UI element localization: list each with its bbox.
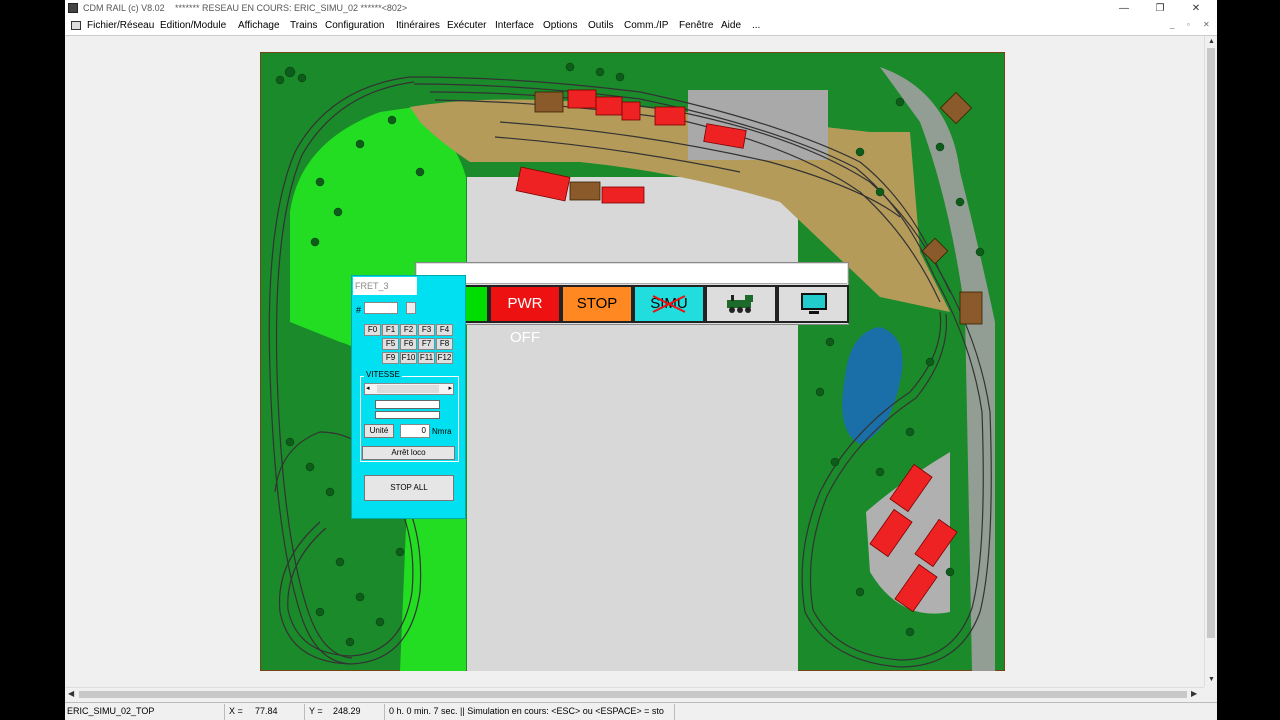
speed-unit-label: Nmra — [432, 427, 452, 436]
menu-trains[interactable]: Trains — [290, 20, 317, 31]
menu-executer[interactable]: Exécuter — [447, 20, 486, 31]
power-off-button[interactable]: PWR OFF — [489, 285, 561, 346]
scroll-up-icon[interactable]: ▲ — [1208, 38, 1215, 45]
function-f2-button[interactable]: F2 — [400, 324, 417, 336]
stop-button[interactable]: STOP — [561, 285, 633, 323]
train-button[interactable] — [705, 285, 777, 323]
x-value: 77.84 — [255, 706, 278, 716]
scroll-right-icon[interactable]: ▶ — [1191, 689, 1197, 698]
menu-configuration[interactable]: Configuration — [325, 20, 384, 31]
status-message: 0 h. 0 min. 7 sec. || Simulation en cour… — [387, 704, 675, 720]
unit-button[interactable]: Unité — [364, 424, 394, 438]
x-label: X = — [229, 706, 243, 716]
display-button[interactable] — [777, 285, 849, 323]
menu-edition[interactable]: Edition/Module — [160, 20, 226, 31]
function-f10-button[interactable]: F10 — [400, 352, 417, 364]
menu-interface[interactable]: Interface — [495, 20, 534, 31]
status-network-name: ERIC_SIMU_02_TOP — [65, 704, 225, 720]
function-f8-button[interactable]: F8 — [436, 338, 453, 350]
stop-loco-button[interactable]: Arrêt loco — [362, 446, 455, 460]
address-select-button[interactable] — [406, 302, 416, 314]
control-bar: PWR OFF STOP SIMU — [415, 262, 849, 346]
menu-bar: Fichier/Réseau Edition/Module Affichage … — [65, 17, 1217, 35]
menu-itineraires[interactable]: Itinéraires — [396, 20, 440, 31]
cross-icon — [652, 295, 686, 313]
function-f11-button[interactable]: F11 — [418, 352, 435, 364]
function-f0-button[interactable]: F0 — [364, 324, 381, 336]
command-line-input[interactable] — [417, 264, 847, 284]
app-window: CDM RAIL (c) V8.02 ******* RESEAU EN COU… — [65, 0, 1217, 720]
vertical-scroll-thumb[interactable] — [1207, 48, 1215, 638]
close-icon[interactable]: ✕ — [1177, 0, 1215, 17]
y-label: Y = — [309, 706, 323, 716]
address-label: # — [356, 305, 362, 315]
status-x-coordinate: X = 77.84 — [227, 704, 305, 720]
locomotive-icon — [727, 295, 753, 313]
scroll-down-icon[interactable]: ▼ — [1208, 676, 1215, 683]
status-y-coordinate: Y = 248.29 — [307, 704, 385, 720]
scroll-left-icon[interactable]: ◀ — [68, 689, 74, 698]
simulation-button[interactable]: SIMU — [633, 285, 705, 323]
function-f4-button[interactable]: F4 — [436, 324, 453, 336]
restore-icon[interactable]: ❐ — [1141, 0, 1179, 17]
child-window-icon[interactable] — [71, 21, 81, 30]
loco-control-panel: FRET_3 # F0 F1 F2 F3 F4 F5 F6 F7 F8 F9 F… — [351, 275, 466, 519]
horizontal-scrollbar[interactable]: ◀ ▶ — [65, 687, 1204, 700]
speed-value-field[interactable]: 0 — [400, 424, 430, 438]
speed-slider[interactable]: ◂ ▸ — [364, 383, 454, 395]
menu-options[interactable]: Options — [543, 20, 577, 31]
speed-slider-thumb[interactable] — [377, 385, 439, 393]
monitor-icon — [801, 293, 827, 314]
function-f9-button[interactable]: F9 — [382, 352, 399, 364]
minimize-icon[interactable]: — — [1105, 0, 1143, 17]
mdi-close-icon[interactable]: ✕ — [1203, 20, 1210, 29]
title-bar: CDM RAIL (c) V8.02 ******* RESEAU EN COU… — [65, 0, 1217, 17]
status-bar: ERIC_SIMU_02_TOP X = 77.84 Y = 248.29 0 … — [65, 702, 1217, 720]
menu-comm-ip[interactable]: Comm./IP — [624, 20, 668, 31]
mdi-restore-icon[interactable]: ▫ — [1187, 20, 1190, 29]
layout-canvas[interactable]: PWR OFF STOP SIMU FRET_3 # — [65, 36, 1204, 687]
function-f1-button[interactable]: F1 — [382, 324, 399, 336]
stop-all-button[interactable]: STOP ALL — [364, 475, 454, 501]
slider-left-icon[interactable]: ◂ — [366, 384, 370, 392]
slider-right-icon[interactable]: ▸ — [448, 384, 452, 392]
function-f6-button[interactable]: F6 — [400, 338, 417, 350]
app-icon — [68, 3, 78, 13]
vertical-scrollbar[interactable]: ▲ ▼ — [1204, 36, 1217, 687]
menu-fenetre[interactable]: Fenêtre — [679, 20, 713, 31]
app-title: CDM RAIL (c) V8.02 — [83, 3, 165, 13]
function-f12-button[interactable]: F12 — [436, 352, 453, 364]
function-f5-button[interactable]: F5 — [382, 338, 399, 350]
address-input[interactable] — [364, 302, 398, 314]
menu-aide[interactable]: Aide — [721, 20, 741, 31]
mdi-minimize-icon[interactable]: _ — [1170, 20, 1174, 29]
menu-outils[interactable]: Outils — [588, 20, 614, 31]
horizontal-scroll-thumb[interactable] — [79, 691, 1187, 698]
function-f7-button[interactable]: F7 — [418, 338, 435, 350]
menu-fichier[interactable]: Fichier/Réseau — [87, 20, 154, 31]
speed-indicator-bar — [375, 400, 440, 409]
y-value: 248.29 — [333, 706, 361, 716]
direction-indicator-bar — [375, 411, 440, 419]
function-f3-button[interactable]: F3 — [418, 324, 435, 336]
speed-group-label: VITESSE — [364, 370, 402, 379]
loco-name: FRET_3 — [353, 277, 417, 295]
network-title: ******* RESEAU EN COURS: ERIC_SIMU_02 **… — [175, 3, 408, 13]
menu-more[interactable]: ... — [752, 20, 760, 31]
menu-affichage[interactable]: Affichage — [238, 20, 280, 31]
